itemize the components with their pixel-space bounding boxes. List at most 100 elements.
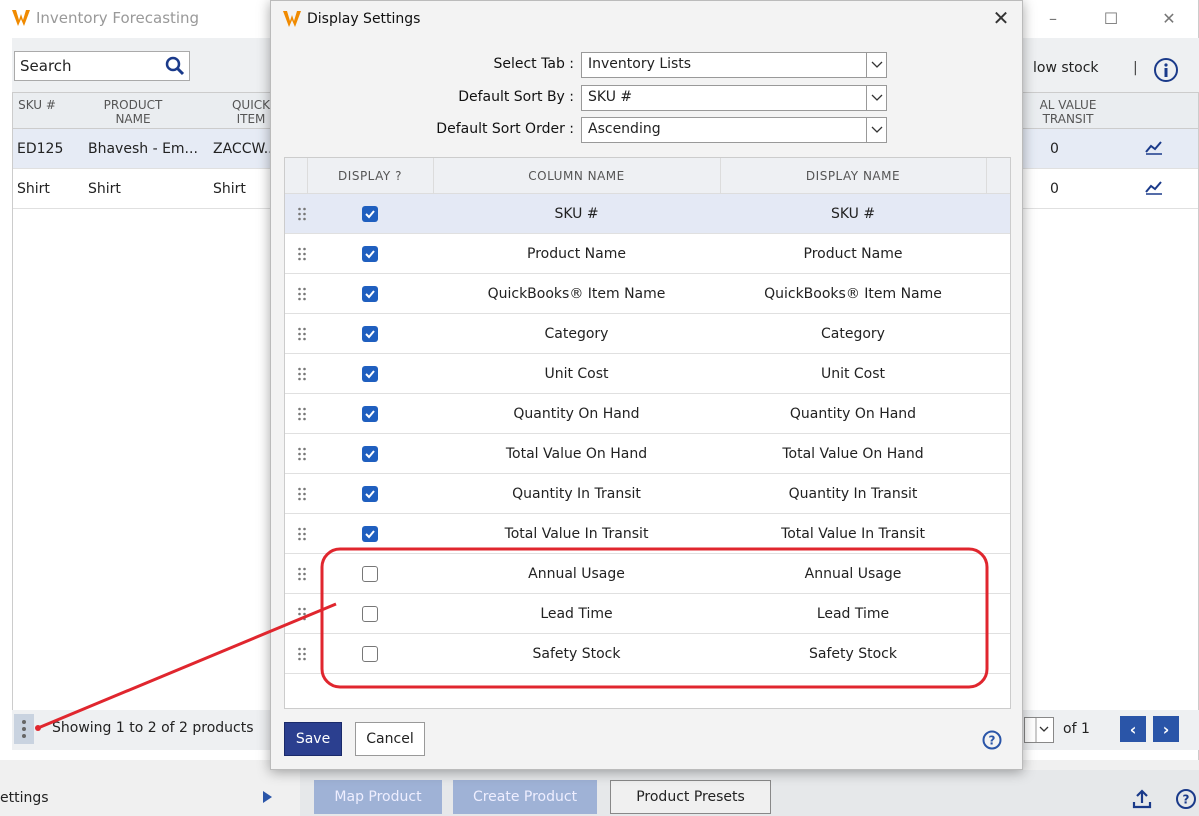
sort-order-value: Ascending [588, 121, 661, 137]
save-button[interactable]: Save [284, 722, 342, 756]
table-row[interactable]: QuickBooks® Item Name QuickBooks® Item Na… [285, 274, 1010, 314]
settings-label[interactable]: ettings [0, 790, 49, 806]
column-name: Safety Stock [532, 646, 621, 662]
display-name[interactable]: Lead Time [720, 606, 986, 622]
drag-handle-icon[interactable] [297, 606, 307, 626]
search-input[interactable]: Search [14, 51, 190, 81]
trend-chart-icon[interactable] [1145, 139, 1163, 159]
drag-handle-icon[interactable] [297, 286, 307, 306]
display-checkbox[interactable] [362, 206, 378, 222]
table-row[interactable]: Product Name Product Name [285, 234, 1010, 274]
table-row[interactable]: Quantity On Hand Quantity On Hand [285, 394, 1010, 434]
table-row[interactable]: Category Category [285, 314, 1010, 354]
row-item: ZACCW... [213, 141, 273, 157]
drag-handle-icon[interactable] [297, 366, 307, 386]
next-page-button[interactable]: › [1153, 716, 1179, 742]
display-checkbox[interactable] [362, 406, 378, 422]
header-display: DISPLAY ? [338, 169, 402, 183]
row-value: 0 [1050, 181, 1059, 197]
display-name[interactable]: Quantity On Hand [720, 406, 986, 422]
display-checkbox[interactable] [362, 606, 378, 622]
display-checkbox[interactable] [362, 286, 378, 302]
row-item: Shirt [213, 181, 246, 197]
table-row[interactable]: Lead Time Lead Time [285, 594, 1010, 634]
display-checkbox[interactable] [362, 646, 378, 662]
page-of: of 1 [1063, 721, 1090, 737]
drag-handle-icon[interactable] [297, 406, 307, 426]
sort-by-dropdown[interactable]: SKU # [581, 85, 887, 111]
low-stock-legend: low stock [1020, 60, 1099, 76]
info-icon[interactable] [1153, 57, 1179, 87]
chevron-down-icon[interactable] [866, 53, 886, 77]
chevron-right-icon[interactable] [263, 791, 272, 803]
display-name[interactable]: Category [720, 326, 986, 342]
dialog-title: Display Settings [307, 11, 421, 27]
display-checkbox[interactable] [362, 566, 378, 582]
svg-text:?: ? [1183, 793, 1190, 807]
create-product-button[interactable]: Create Product [453, 780, 597, 814]
drag-handle-icon[interactable] [297, 646, 307, 666]
chevron-down-icon[interactable] [866, 86, 886, 110]
page-select[interactable] [1024, 717, 1054, 743]
close-icon[interactable]: ✕ [990, 7, 1012, 29]
drag-handle-icon[interactable] [297, 486, 307, 506]
column-name: Quantity In Transit [512, 486, 641, 502]
display-checkbox[interactable] [362, 246, 378, 262]
cancel-button[interactable]: Cancel [355, 722, 425, 756]
column-name: Total Value In Transit [504, 526, 649, 542]
display-name[interactable]: SKU # [720, 206, 986, 222]
display-name[interactable]: Total Value On Hand [720, 446, 986, 462]
display-name[interactable]: QuickBooks® Item Name [720, 286, 986, 302]
table-row[interactable]: Safety Stock Safety Stock [285, 634, 1010, 674]
close-window-icon[interactable]: ✕ [1140, 0, 1198, 36]
column-name: Product Name [527, 246, 626, 262]
display-name[interactable]: Unit Cost [720, 366, 986, 382]
display-checkbox[interactable] [362, 326, 378, 342]
drag-handle-icon[interactable] [297, 526, 307, 546]
map-product-button[interactable]: Map Product [314, 780, 442, 814]
select-tab-label: Select Tab : [493, 56, 574, 72]
select-tab-dropdown[interactable]: Inventory Lists [581, 52, 887, 78]
table-row[interactable]: Unit Cost Unit Cost [285, 354, 1010, 394]
display-name[interactable]: Product Name [720, 246, 986, 262]
sort-order-dropdown[interactable]: Ascending [581, 117, 887, 143]
upload-icon[interactable] [1131, 788, 1153, 814]
table-row[interactable]: Total Value In Transit Total Value In Tra… [285, 514, 1010, 554]
row-sku: Shirt [17, 181, 50, 197]
display-checkbox[interactable] [362, 366, 378, 382]
prev-page-button[interactable]: ‹ [1120, 716, 1146, 742]
chevron-down-icon[interactable] [866, 118, 886, 142]
drag-handle-icon[interactable] [297, 246, 307, 266]
display-name[interactable]: Annual Usage [720, 566, 986, 582]
display-checkbox[interactable] [362, 446, 378, 462]
display-name[interactable]: Total Value In Transit [720, 526, 986, 542]
maximize-icon[interactable]: ☐ [1082, 0, 1140, 36]
search-icon[interactable] [165, 56, 185, 80]
column-name: Category [544, 326, 609, 342]
drag-handle-icon[interactable] [297, 206, 307, 226]
trend-chart-icon[interactable] [1145, 179, 1163, 199]
display-name[interactable]: Safety Stock [720, 646, 986, 662]
help-icon[interactable]: ? [982, 730, 1002, 754]
table-row[interactable]: Quantity In Transit Quantity In Transit [285, 474, 1010, 514]
table-row[interactable]: Annual Usage Annual Usage [285, 554, 1010, 594]
drag-handle-icon[interactable] [297, 326, 307, 346]
app-logo-icon [283, 11, 301, 27]
row-name: Bhavesh - Em... [88, 141, 198, 157]
select-tab-value: Inventory Lists [588, 56, 692, 72]
search-placeholder: Search [20, 57, 72, 75]
help-icon[interactable]: ? [1175, 788, 1197, 814]
drag-handle-icon[interactable] [297, 446, 307, 466]
display-name[interactable]: Quantity In Transit [720, 486, 986, 502]
display-checkbox[interactable] [362, 526, 378, 542]
minimize-icon[interactable]: – [1024, 0, 1082, 36]
showing-count: Showing 1 to 2 of 2 products [52, 720, 254, 736]
table-row[interactable]: SKU # SKU # [285, 194, 1010, 234]
product-presets-button[interactable]: Product Presets [610, 780, 771, 814]
column-name: SKU # [554, 206, 599, 222]
drag-handle-icon[interactable] [297, 566, 307, 586]
app-logo-icon [12, 10, 30, 26]
display-checkbox[interactable] [362, 486, 378, 502]
column-settings-handle[interactable] [14, 714, 34, 744]
table-row[interactable]: Total Value On Hand Total Value On Hand [285, 434, 1010, 474]
